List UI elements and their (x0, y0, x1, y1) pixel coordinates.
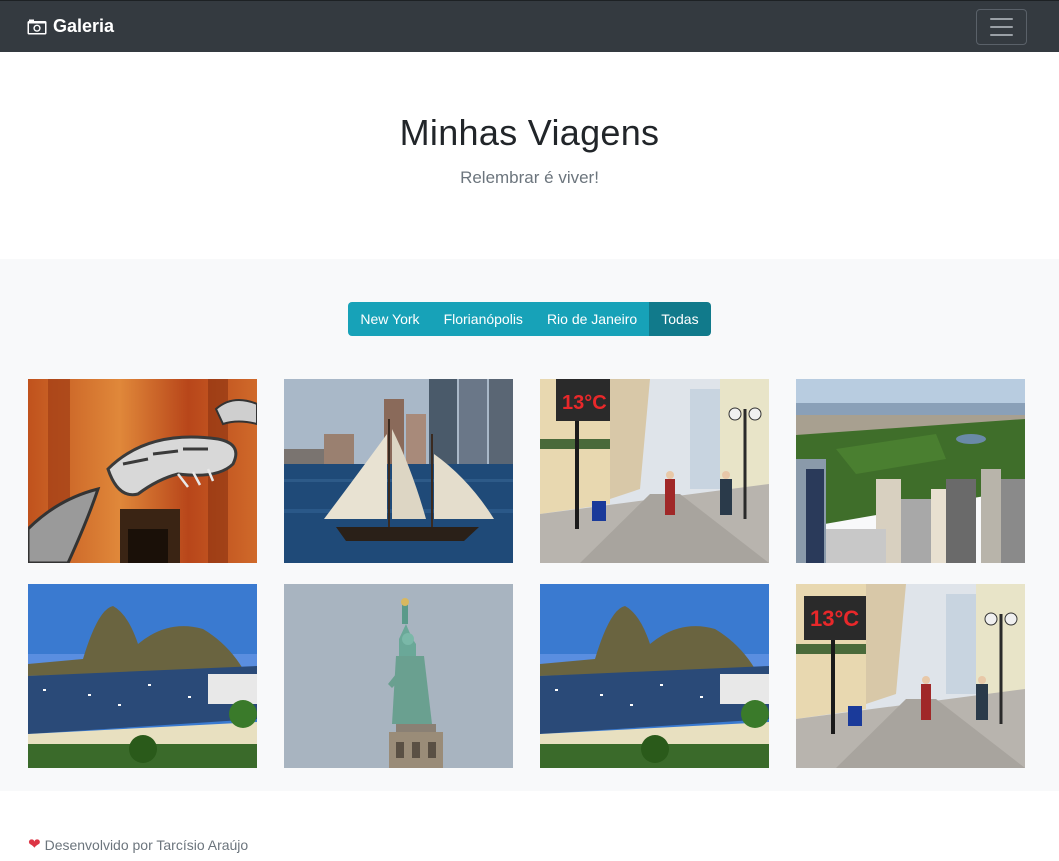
page-title: Minhas Viagens (399, 112, 660, 153)
filter-florianopolis-button[interactable]: Florianópolis (431, 302, 535, 336)
photo-dinosaur-skeleton[interactable] (28, 379, 257, 563)
filter-todas-button[interactable]: Todas (649, 302, 711, 336)
navbar-toggler-button[interactable] (976, 8, 1027, 45)
heart-icon: ❤ (28, 836, 41, 853)
hamburger-menu-icon (990, 17, 1013, 20)
filter-button-group: New York Florianópolis Rio de Janeiro To… (0, 302, 1059, 336)
photo-grid: 13°C 13°C (28, 379, 1059, 768)
thermometer-sign: 13°C (810, 606, 859, 631)
photo-central-park[interactable] (796, 379, 1025, 563)
photo-rio-bay-2[interactable] (540, 584, 769, 768)
filter-rio-de-janeiro-button[interactable]: Rio de Janeiro (534, 302, 650, 336)
brand-link[interactable]: Galeria (27, 16, 114, 37)
filter-new-york-button[interactable]: New York (348, 302, 432, 336)
photo-statue-of-liberty[interactable] (284, 584, 513, 768)
footer-credit: Desenvolvido por Tarcísio Araújo (44, 837, 249, 853)
footer: ❤ Desenvolvido por Tarcísio Araújo (0, 791, 1059, 861)
photo-pedestrian-street-1[interactable]: 13°C (540, 379, 769, 563)
brand-label: Galeria (53, 16, 115, 36)
photo-rio-bay-1[interactable] (28, 584, 257, 768)
page-subtitle: Relembrar é viver! (460, 168, 599, 187)
hero: Minhas Viagens Relembrar é viver! (0, 52, 1059, 259)
gallery: New York Florianópolis Rio de Janeiro To… (0, 259, 1059, 791)
thermometer-sign: 13°C (562, 392, 607, 414)
camera-icon (27, 19, 47, 34)
photo-sailboat[interactable] (284, 379, 513, 563)
navbar: Galeria (0, 0, 1059, 52)
photo-pedestrian-street-2[interactable]: 13°C (796, 584, 1025, 768)
